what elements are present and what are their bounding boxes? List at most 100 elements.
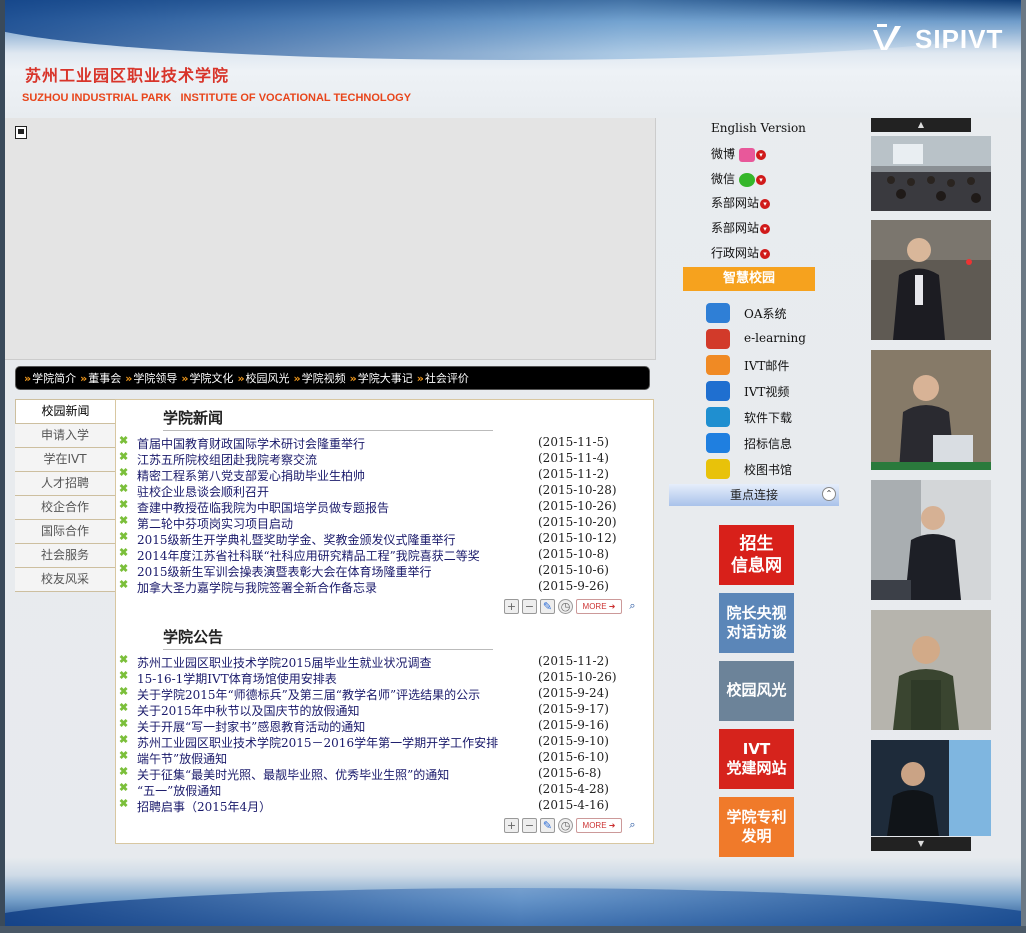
nav-item-history[interactable]: »学院大事记 — [350, 370, 413, 386]
photo-speaker-5[interactable] — [871, 740, 991, 836]
pen-icon[interactable]: ✎ — [540, 817, 555, 833]
minus-icon[interactable]: − — [522, 817, 537, 833]
list-item[interactable]: ✖ 关于学院2015年“师德标兵”及第三届“教学名师”评选结果的公示 (2015-9… — [116, 686, 655, 702]
list-item[interactable]: ✖ “五一”放假通知 (2015-4-28) — [116, 782, 655, 798]
list-item-title[interactable]: 首届中国教育财政国际学术研讨会隆重举行 — [137, 435, 365, 452]
service-link[interactable]: IVT邮件 — [706, 353, 826, 377]
banner-link[interactable]: IVT 党建网站 — [719, 729, 794, 789]
photo-speaker-2[interactable] — [871, 350, 991, 470]
list-item[interactable]: ✖ 关于开展“写一封家书”感恩教育活动的通知 (2015-9-16) — [116, 718, 655, 734]
banner-link[interactable]: 院长央视 对话访谈 — [719, 593, 794, 653]
list-item[interactable]: ✖ 第二轮中芬项岗实习项目启动 (2015-10-20) — [116, 515, 655, 531]
tab-alumni[interactable]: 校友风采 — [15, 568, 115, 592]
key-links-header[interactable]: 重点连接 ⌃ — [669, 484, 839, 506]
list-item[interactable]: ✖ 2014年度江苏省社科联“社科应用研究精品工程”我院喜获二等奖 (2015-10… — [116, 547, 655, 563]
clock-icon[interactable]: ◷ — [558, 817, 573, 833]
list-item[interactable]: ✖ 苏州工业园区职业技术学院2015届毕业生就业状况调查 (2015-11-2) — [116, 654, 655, 670]
photo-scroll-up-icon[interactable]: ▲ — [871, 118, 971, 132]
pen-icon[interactable]: ✎ — [540, 598, 555, 614]
tab-study[interactable]: 学在IVT — [15, 448, 115, 472]
list-item-title[interactable]: 苏州工业园区职业技术学院2015届毕业生就业状况调查 — [137, 654, 432, 671]
banner-link[interactable]: 学院专利 发明 — [719, 797, 794, 857]
photo-scroll-down-icon[interactable]: ▼ — [871, 837, 971, 851]
english-version-link[interactable]: English Version — [711, 121, 806, 135]
search-icon[interactable]: ⌕ — [625, 818, 640, 833]
flash-banner-area[interactable] — [5, 118, 656, 360]
photo-meeting[interactable] — [871, 136, 991, 211]
list-item-title[interactable]: 15-16-1学期IVT体育场馆使用安排表 — [137, 670, 337, 687]
list-item[interactable]: ✖ 2015级新生开学典礼暨奖助学金、奖教金颁发仪式隆重举行 (2015-10-12… — [116, 531, 655, 547]
dropdown-icon[interactable]: ▾ — [760, 198, 771, 209]
list-item-title[interactable]: 端午节”放假通知 — [137, 750, 227, 767]
plus-icon[interactable]: + — [504, 817, 519, 833]
list-item[interactable]: ✖ 江苏五所院校组团赴我院考察交流 (2015-11-4) — [116, 451, 655, 467]
dropdown-icon[interactable]: ▾ — [760, 223, 771, 234]
list-item[interactable]: ✖ 关于征集“最美时光照、最靓毕业照、优秀毕业生照”的通知 (2015-6-8) — [116, 766, 655, 782]
dropdown-icon[interactable]: ▾ — [756, 174, 767, 185]
nav-item-board[interactable]: »董事会 — [80, 370, 121, 386]
dropdown-icon[interactable]: ▾ — [760, 248, 771, 259]
photo-speaker-3[interactable] — [871, 480, 991, 600]
tab-service[interactable]: 社会服务 — [15, 544, 115, 568]
tab-campus-news[interactable]: 校园新闻 — [15, 399, 115, 424]
nav-item-scenery[interactable]: »校园风光 — [237, 370, 289, 386]
list-item-title[interactable]: 苏州工业园区职业技术学院2015－2016学年第一学期开学工作安排 — [137, 734, 498, 751]
dept-site-link-1[interactable]: 系部网站 ▾ — [711, 194, 771, 211]
photo-speaker-4[interactable] — [871, 610, 991, 730]
photo-speaker-1[interactable] — [871, 220, 991, 340]
list-item-title[interactable]: 加拿大圣力嘉学院与我院签署全新合作备忘录 — [137, 579, 377, 596]
banner-link[interactable]: 校园风光 — [719, 661, 794, 721]
nav-item-intro[interactable]: »学院简介 — [24, 370, 76, 386]
list-item-title[interactable]: 第二轮中芬项岗实习项目启动 — [137, 515, 293, 532]
wechat-link[interactable]: 微信 ▾ — [711, 170, 767, 187]
list-item[interactable]: ✖ 端午节”放假通知 (2015-6-10) — [116, 750, 655, 766]
nav-item-leaders[interactable]: »学院领导 — [125, 370, 177, 386]
service-link[interactable]: OA系统 — [706, 301, 826, 325]
search-icon[interactable]: ⌕ — [625, 599, 640, 614]
list-item[interactable]: ✖ 精密工程系第八党支部爱心捐助毕业生柏帅 (2015-11-2) — [116, 467, 655, 483]
list-item[interactable]: ✖ 驻校企业恳谈会顺利召开 (2015-10-28) — [116, 483, 655, 499]
list-item-title[interactable]: 2015级新生开学典礼暨奖助学金、奖教金颁发仪式隆重举行 — [137, 531, 456, 548]
admin-site-link[interactable]: 行政网站 ▾ — [711, 244, 771, 261]
service-link[interactable]: 软件下载 — [706, 405, 826, 429]
list-item-title[interactable]: “五一”放假通知 — [137, 782, 221, 799]
list-item[interactable]: ✖ 查建中教授莅临我院为中职国培学员做专题报告 (2015-10-26) — [116, 499, 655, 515]
list-item[interactable]: ✖ 招聘启事（2015年4月） (2015-4-16) — [116, 798, 655, 814]
nav-item-reviews[interactable]: »社会评价 — [417, 370, 469, 386]
tab-international[interactable]: 国际合作 — [15, 520, 115, 544]
service-link[interactable]: 招标信息 — [706, 431, 826, 455]
list-item[interactable]: ✖ 2015级新生军训会操表演暨表彰大会在体育场隆重举行 (2015-10-6) — [116, 563, 655, 579]
list-item-title[interactable]: 招聘启事（2015年4月） — [137, 798, 271, 815]
list-item[interactable]: ✖ 苏州工业园区职业技术学院2015－2016学年第一学期开学工作安排 (2015-… — [116, 734, 655, 750]
list-item-title[interactable]: 2014年度江苏省社科联“社科应用研究精品工程”我院喜获二等奖 — [137, 547, 480, 564]
list-item-title[interactable]: 精密工程系第八党支部爱心捐助毕业生柏帅 — [137, 467, 365, 484]
weibo-link[interactable]: 微博 ▾ — [711, 145, 767, 162]
service-link[interactable]: 校图书馆 — [706, 457, 826, 481]
tab-admission[interactable]: 申请入学 — [15, 424, 115, 448]
list-item-title[interactable]: 2015级新生军训会操表演暨表彰大会在体育场隆重举行 — [137, 563, 432, 580]
list-item[interactable]: ✖ 关于2015年中秋节以及国庆节的放假通知 (2015-9-17) — [116, 702, 655, 718]
list-item-title[interactable]: 驻校企业恳谈会顺利召开 — [137, 483, 269, 500]
list-item-title[interactable]: 关于征集“最美时光照、最靓毕业照、优秀毕业生照”的通知 — [137, 766, 449, 783]
list-item-title[interactable]: 江苏五所院校组团赴我院考察交流 — [137, 451, 317, 468]
dropdown-icon[interactable]: ▾ — [756, 149, 767, 160]
nav-item-culture[interactable]: »学院文化 — [181, 370, 233, 386]
list-item-title[interactable]: 关于开展“写一封家书”感恩教育活动的通知 — [137, 718, 365, 735]
list-item[interactable]: ✖ 15-16-1学期IVT体育场馆使用安排表 (2015-10-26) — [116, 670, 655, 686]
news-more-button[interactable]: MORE ➜ — [576, 598, 622, 614]
banner-link[interactable]: 招生 信息网 — [719, 525, 794, 585]
service-link[interactable]: e-learning — [706, 327, 826, 351]
list-item[interactable]: ✖ 首届中国教育财政国际学术研讨会隆重举行 (2015-11-5) — [116, 435, 655, 451]
service-link[interactable]: IVT视频 — [706, 379, 826, 403]
clock-icon[interactable]: ◷ — [558, 598, 573, 614]
dept-site-link-2[interactable]: 系部网站 ▾ — [711, 219, 771, 236]
list-item-title[interactable]: 关于学院2015年“师德标兵”及第三届“教学名师”评选结果的公示 — [137, 686, 480, 703]
tab-industry[interactable]: 校企合作 — [15, 496, 115, 520]
nav-item-video[interactable]: »学院视频 — [294, 370, 346, 386]
plus-icon[interactable]: + — [504, 598, 519, 614]
tab-jobs[interactable]: 人才招聘 — [15, 472, 115, 496]
collapse-icon[interactable]: ⌃ — [822, 487, 836, 501]
list-item-title[interactable]: 关于2015年中秋节以及国庆节的放假通知 — [137, 702, 360, 719]
notices-more-button[interactable]: MORE ➜ — [576, 817, 622, 833]
list-item[interactable]: ✖ 加拿大圣力嘉学院与我院签署全新合作备忘录 (2015-9-26) — [116, 579, 655, 595]
